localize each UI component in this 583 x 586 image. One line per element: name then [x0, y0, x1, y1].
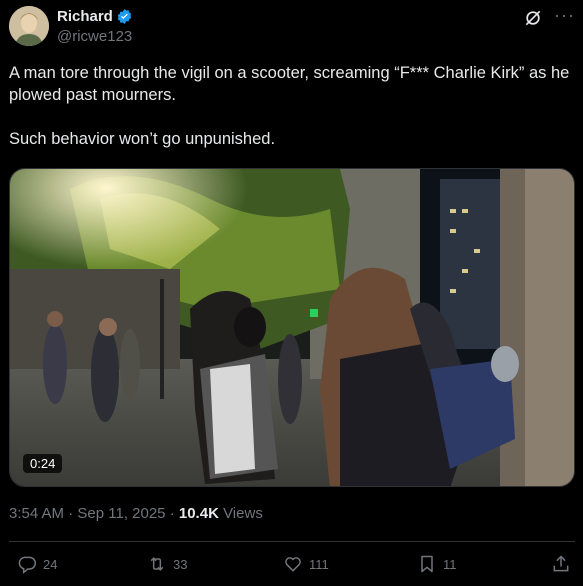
reply-button[interactable]: 24 [17, 554, 57, 574]
views-label: Views [223, 505, 263, 522]
meta-separator: · [68, 505, 78, 522]
repost-count: 33 [173, 556, 188, 572]
share-button[interactable] [551, 554, 571, 574]
share-icon [553, 555, 569, 572]
bookmark-button[interactable]: 11 [417, 554, 457, 574]
grok-icon[interactable] [523, 8, 543, 28]
post-paragraph-2: Such behavior won’t go unpunished. [9, 130, 276, 148]
like-count: 111 [309, 556, 329, 572]
post-paragraph-1: A man tore through the vigil on a scoote… [9, 64, 570, 104]
meta-separator: · [169, 505, 179, 522]
post-header: Richard @ricwe123 ··· [9, 6, 575, 48]
video-player[interactable]: 0:24 [9, 168, 575, 487]
divider [9, 541, 575, 542]
bookmark-count: 11 [443, 556, 457, 572]
post-time[interactable]: 3:54 AM [9, 505, 64, 522]
post-date[interactable]: Sep 11, 2025 [77, 505, 165, 522]
post-meta: 3:54 AM · Sep 11, 2025 · 10.4K Views [9, 505, 263, 522]
like-button[interactable]: 111 [283, 554, 329, 574]
avatar[interactable] [9, 6, 49, 46]
author-name[interactable]: Richard [57, 8, 113, 25]
bookmark-icon [421, 555, 433, 573]
views-count: 10.4K [178, 505, 219, 522]
video-duration: 0:24 [23, 454, 63, 473]
verified-badge-icon [117, 9, 132, 24]
repost-icon [150, 557, 164, 571]
post-text: A man tore through the vigil on a scoote… [9, 62, 575, 150]
like-icon [285, 557, 301, 572]
action-bar: 24 33 111 11 [9, 554, 575, 578]
reply-count: 24 [43, 556, 58, 572]
author-handle[interactable]: @ricwe123 [57, 28, 132, 45]
reply-icon [18, 556, 37, 574]
repost-button[interactable]: 33 [147, 554, 187, 574]
more-icon[interactable]: ··· [554, 6, 575, 24]
video-frame [10, 169, 574, 486]
